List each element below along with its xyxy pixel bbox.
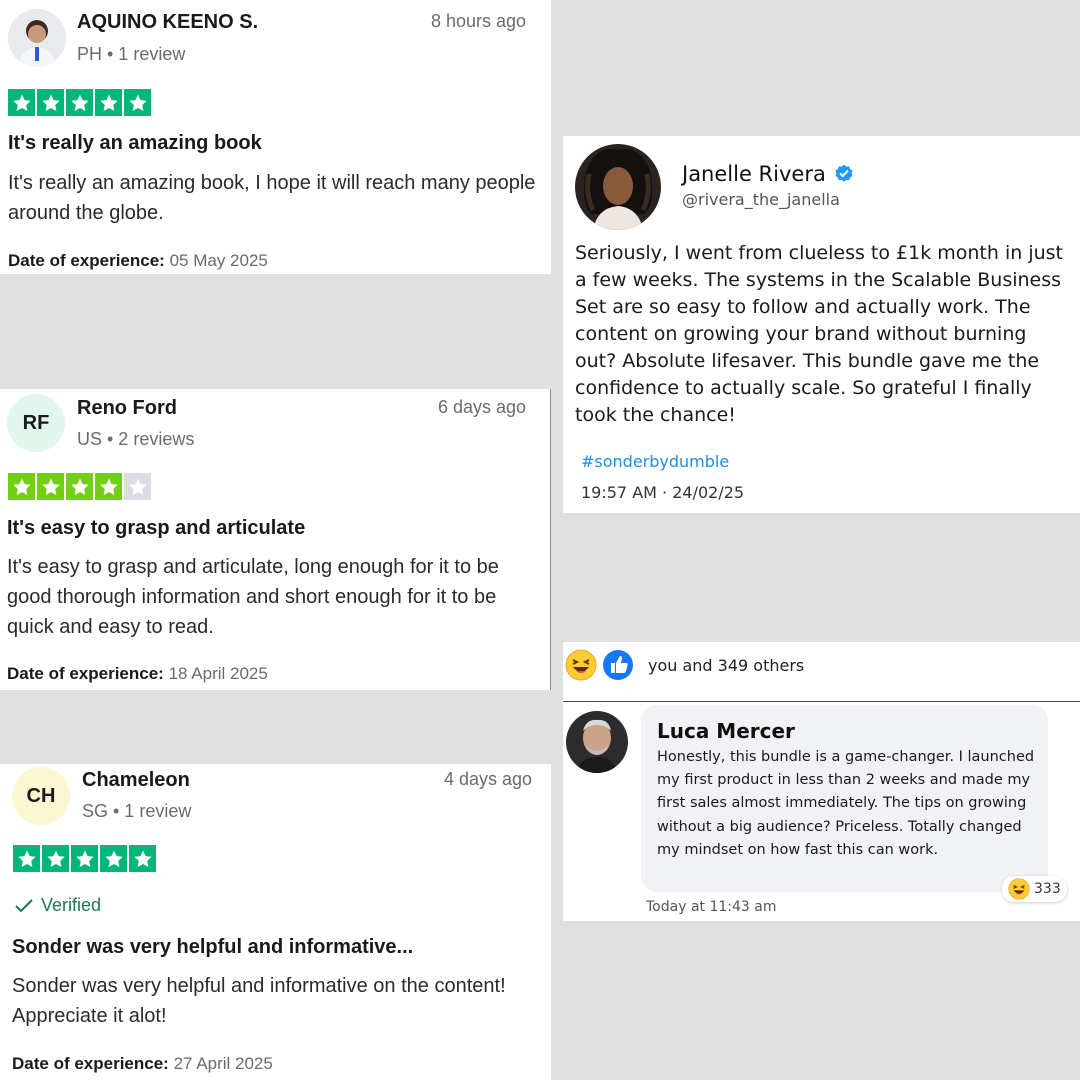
reviewer-meta: SG • 1 review <box>82 801 192 821</box>
reviewer-avatar[interactable]: CH <box>12 767 70 825</box>
verified-badge: Verified <box>15 895 101 916</box>
comment-timestamp[interactable]: Today at 11:43 am <box>646 899 776 915</box>
star-icon <box>66 89 93 116</box>
star-rating <box>8 473 151 500</box>
divider <box>563 701 1080 702</box>
review-time: 6 days ago <box>438 397 527 417</box>
star-empty-icon <box>124 473 151 500</box>
star-icon <box>37 473 64 500</box>
review-time: 4 days ago <box>444 769 533 789</box>
review-card-reno: RF Reno Ford US • 2 reviews 6 days ago I… <box>0 389 551 690</box>
star-icon <box>66 473 93 500</box>
commenter-avatar[interactable] <box>566 711 628 773</box>
comment-reaction-count[interactable]: 333 <box>1002 876 1067 902</box>
tweet-timestamp[interactable]: 19:57 AM · 24/02/25 <box>581 483 744 502</box>
reactions-row[interactable]: you and 349 others <box>565 649 804 681</box>
star-icon <box>95 473 122 500</box>
review-card-aquino: AQUINO KEENO S. PH • 1 review 8 hours ag… <box>0 0 551 274</box>
like-thumb-icon <box>603 650 633 680</box>
checkmark-icon <box>15 898 33 912</box>
star-icon <box>100 845 127 872</box>
reviewer-name[interactable]: AQUINO KEENO S. <box>77 11 258 34</box>
reviewer-name[interactable]: Chameleon <box>82 769 190 792</box>
tweet-hashtag[interactable]: #sonderbydumble <box>581 452 729 471</box>
comment-card: you and 349 others Luca Mercer Honestly,… <box>563 642 1080 921</box>
commenter-name[interactable]: Luca Mercer <box>657 719 795 743</box>
comment-body: Honestly, this bundle is a game-changer.… <box>657 749 1035 858</box>
review-title[interactable]: It's easy to grasp and articulate <box>7 517 305 540</box>
date-label: Date of experience: <box>8 251 165 270</box>
date-value: 18 April 2025 <box>168 664 268 683</box>
tweet-author-handle[interactable]: @rivera_the_janella <box>682 190 840 209</box>
reviewer-avatar[interactable]: RF <box>7 394 65 452</box>
laughing-emoji-icon <box>1008 878 1030 900</box>
star-icon <box>8 89 35 116</box>
tweet-body: Seriously, I went from clueless to £1k m… <box>575 242 1063 426</box>
reviewer-name[interactable]: Reno Ford <box>77 397 177 420</box>
verified-label: Verified <box>41 895 102 915</box>
person-photo-icon <box>8 9 66 67</box>
date-of-experience: Date of experience: 27 April 2025 <box>12 1054 273 1074</box>
reaction-count-value: 333 <box>1034 881 1061 897</box>
review-title[interactable]: It's really an amazing book <box>8 132 262 155</box>
person-photo-icon <box>566 711 628 773</box>
star-icon <box>71 845 98 872</box>
star-icon <box>129 845 156 872</box>
tweet-author-name[interactable]: Janelle Rivera <box>682 162 854 186</box>
star-rating <box>8 89 151 116</box>
review-body: It's easy to grasp and articulate, long … <box>7 556 499 638</box>
reviewer-meta: PH • 1 review <box>77 44 186 64</box>
star-icon <box>8 473 35 500</box>
date-label: Date of experience: <box>7 664 164 683</box>
reactions-summary[interactable]: you and 349 others <box>648 656 804 675</box>
star-rating <box>13 845 156 872</box>
person-photo-icon <box>575 144 661 230</box>
tweet-avatar[interactable] <box>575 144 661 230</box>
review-time: 8 hours ago <box>431 11 527 31</box>
star-icon <box>37 89 64 116</box>
star-icon <box>124 89 151 116</box>
date-of-experience: Date of experience: 05 May 2025 <box>8 251 268 271</box>
review-body: Sonder was very helpful and informative … <box>12 975 506 1027</box>
star-icon <box>42 845 69 872</box>
author-name-label: Janelle Rivera <box>682 162 826 186</box>
review-title[interactable]: Sonder was very helpful and informative.… <box>12 936 413 959</box>
tweet-card: Janelle Rivera @rivera_the_janella Serio… <box>563 136 1080 513</box>
review-card-chameleon: CH Chameleon SG • 1 review 4 days ago Ve… <box>0 764 551 1080</box>
date-of-experience: Date of experience: 18 April 2025 <box>7 664 268 684</box>
star-icon <box>95 89 122 116</box>
reviewer-meta: US • 2 reviews <box>77 429 195 449</box>
reviewer-avatar[interactable] <box>8 9 66 67</box>
date-value: 27 April 2025 <box>173 1054 273 1073</box>
review-body: It's really an amazing book, I hope it w… <box>8 172 536 224</box>
verified-badge-icon <box>835 164 853 182</box>
date-label: Date of experience: <box>12 1054 169 1073</box>
star-icon <box>13 845 40 872</box>
date-value: 05 May 2025 <box>169 251 268 270</box>
laughing-emoji-icon <box>565 649 597 681</box>
